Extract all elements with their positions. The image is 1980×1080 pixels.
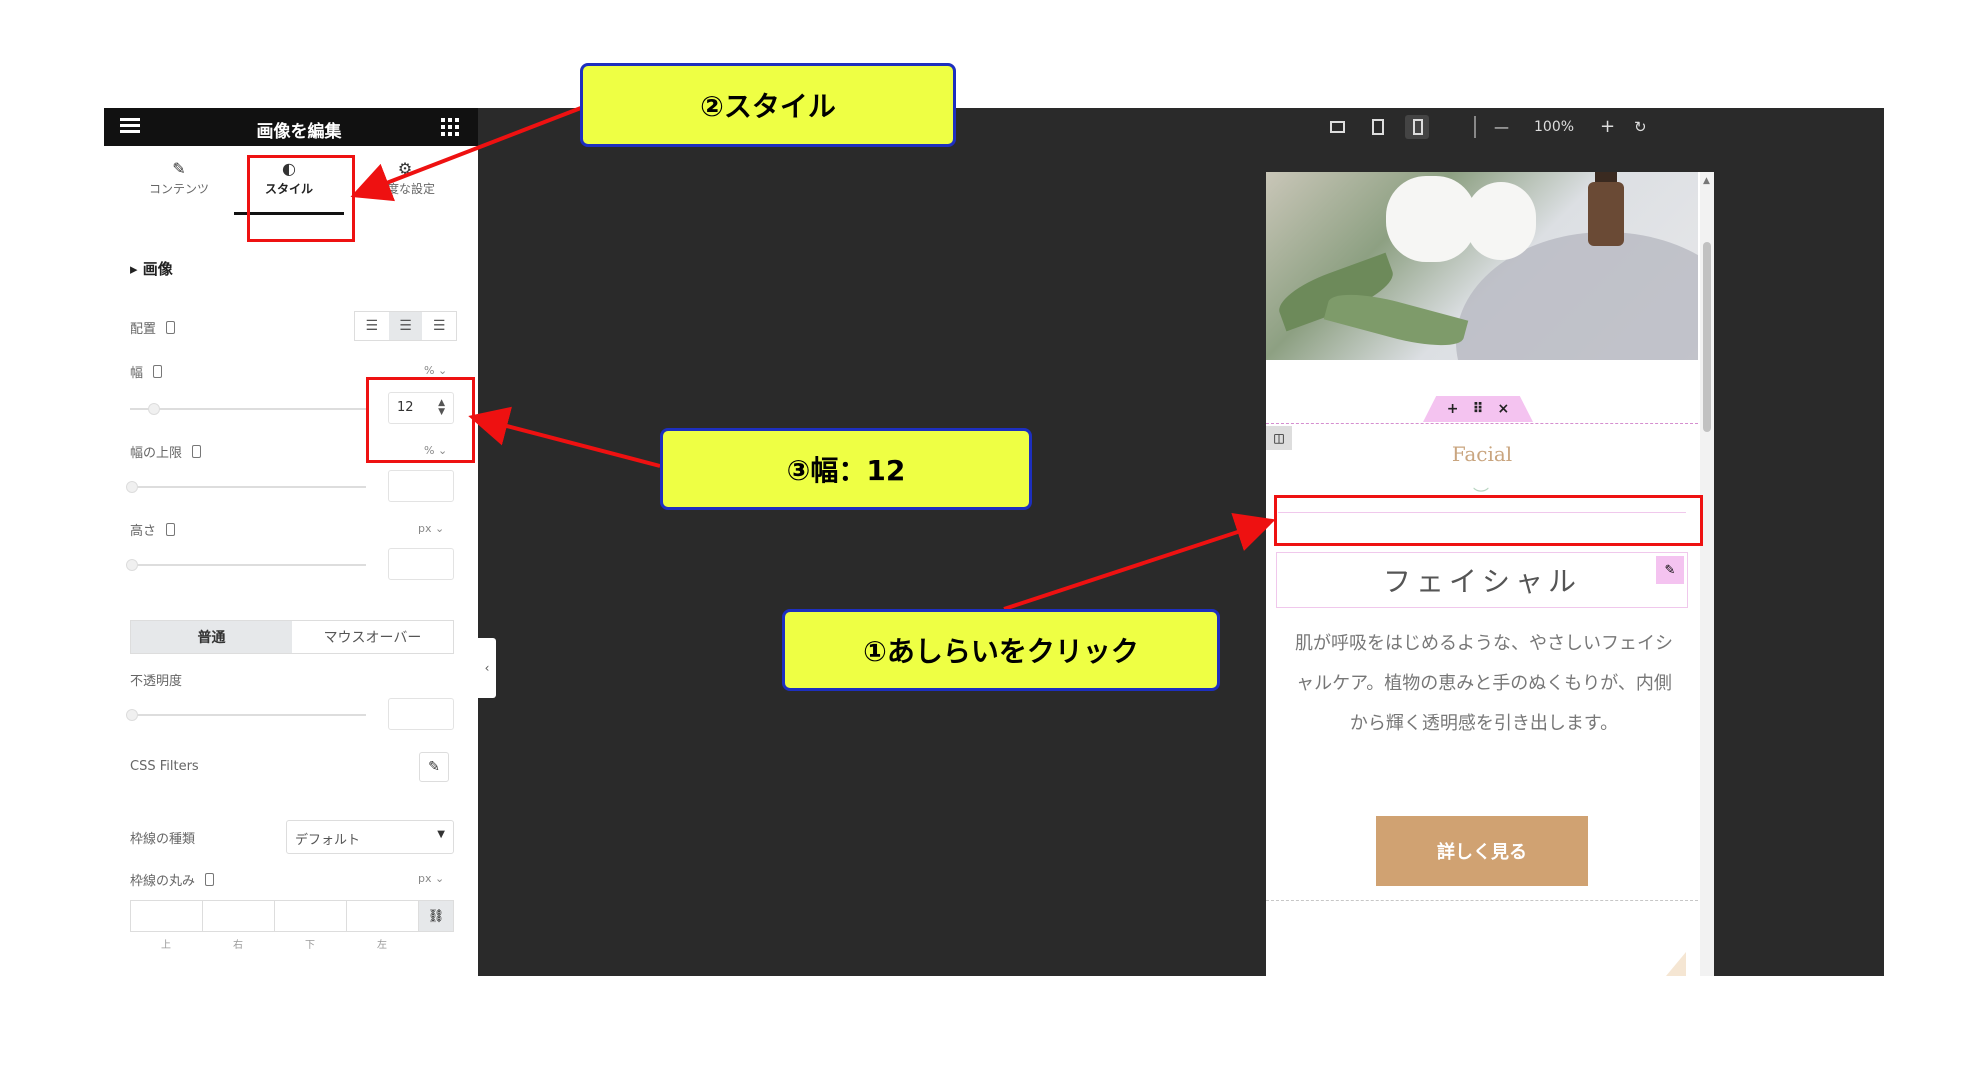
arrow-to-style-tab (350, 104, 587, 202)
arrow-to-ornament (1003, 513, 1276, 611)
arrow-to-width-input (468, 406, 661, 468)
callout-width: ③幅：12 (660, 428, 1032, 510)
callout-style: ②スタイル (580, 63, 956, 147)
annotation-arrows (350, 104, 1276, 611)
callout-click-ornament: ①あしらいをクリック (782, 609, 1220, 691)
